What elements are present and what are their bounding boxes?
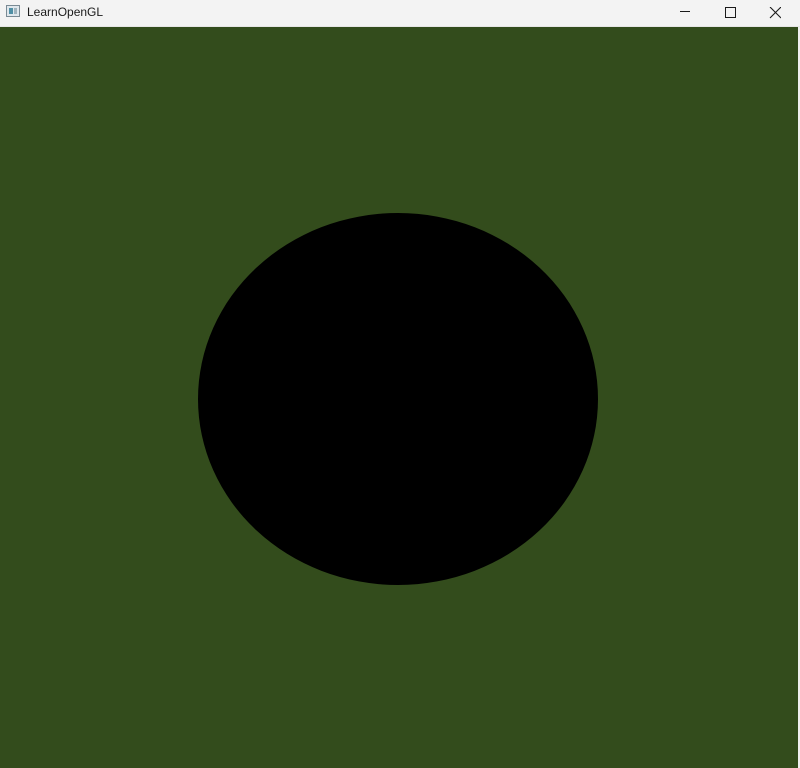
window-title: LearnOpenGL xyxy=(27,5,104,19)
maximize-icon xyxy=(725,7,736,18)
rendered-circle xyxy=(198,213,598,585)
title-bar[interactable]: LearnOpenGL xyxy=(0,0,800,27)
close-icon xyxy=(769,7,781,19)
maximize-button[interactable] xyxy=(707,0,753,26)
app-icon[interactable] xyxy=(6,5,20,17)
close-button[interactable] xyxy=(752,0,798,26)
minimize-icon xyxy=(680,11,690,12)
app-window: LearnOpenGL xyxy=(0,0,800,768)
opengl-viewport[interactable] xyxy=(0,27,798,768)
minimize-button[interactable] xyxy=(662,0,708,26)
